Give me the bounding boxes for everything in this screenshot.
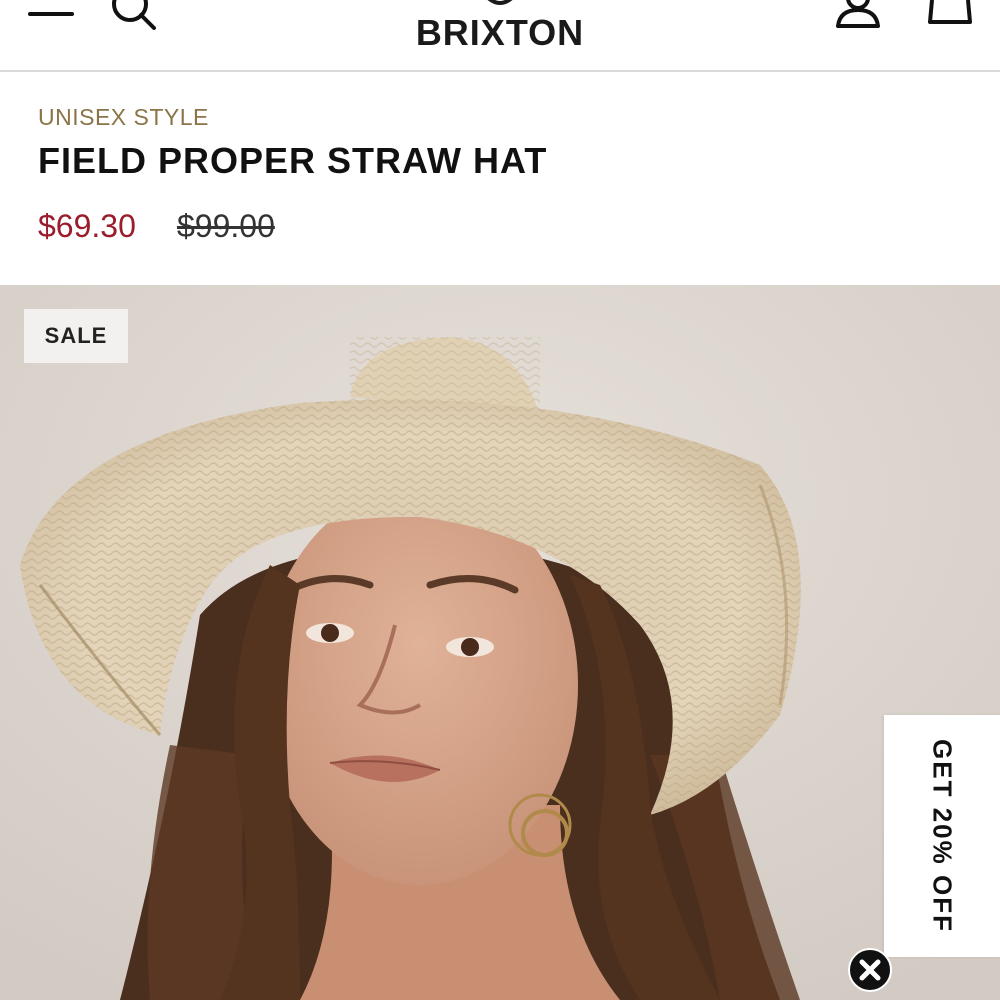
cart-icon[interactable]: [922, 0, 978, 30]
sale-price: $69.30: [38, 208, 136, 244]
logo-text: BRIXTON: [415, 12, 585, 53]
menu-line: [28, 12, 74, 16]
account-icon[interactable]: [830, 0, 886, 30]
product-title: FIELD PROPER STRAW HAT: [38, 140, 548, 181]
discount-promo-tab[interactable]: GET 20% OFF: [884, 715, 1000, 957]
brand-logo[interactable]: BRIXTON: [380, 0, 620, 60]
promo-label: GET 20% OFF: [927, 739, 958, 933]
product-info: UNISEX STYLE FIELD PROPER STRAW HAT $69.…: [0, 74, 1000, 284]
product-image[interactable]: SALE: [0, 285, 1000, 1000]
search-icon[interactable]: [104, 0, 160, 32]
model-wearing-straw-hat-image: [0, 285, 1000, 1000]
original-price: $99.00: [177, 208, 275, 244]
shield-logo-icon: [487, 0, 513, 5]
site-header: BRIXTON: [0, 0, 1000, 72]
sale-badge: SALE: [24, 309, 128, 363]
menu-icon[interactable]: [28, 0, 76, 20]
close-icon[interactable]: [848, 948, 892, 992]
product-category[interactable]: UNISEX STYLE: [38, 104, 209, 131]
